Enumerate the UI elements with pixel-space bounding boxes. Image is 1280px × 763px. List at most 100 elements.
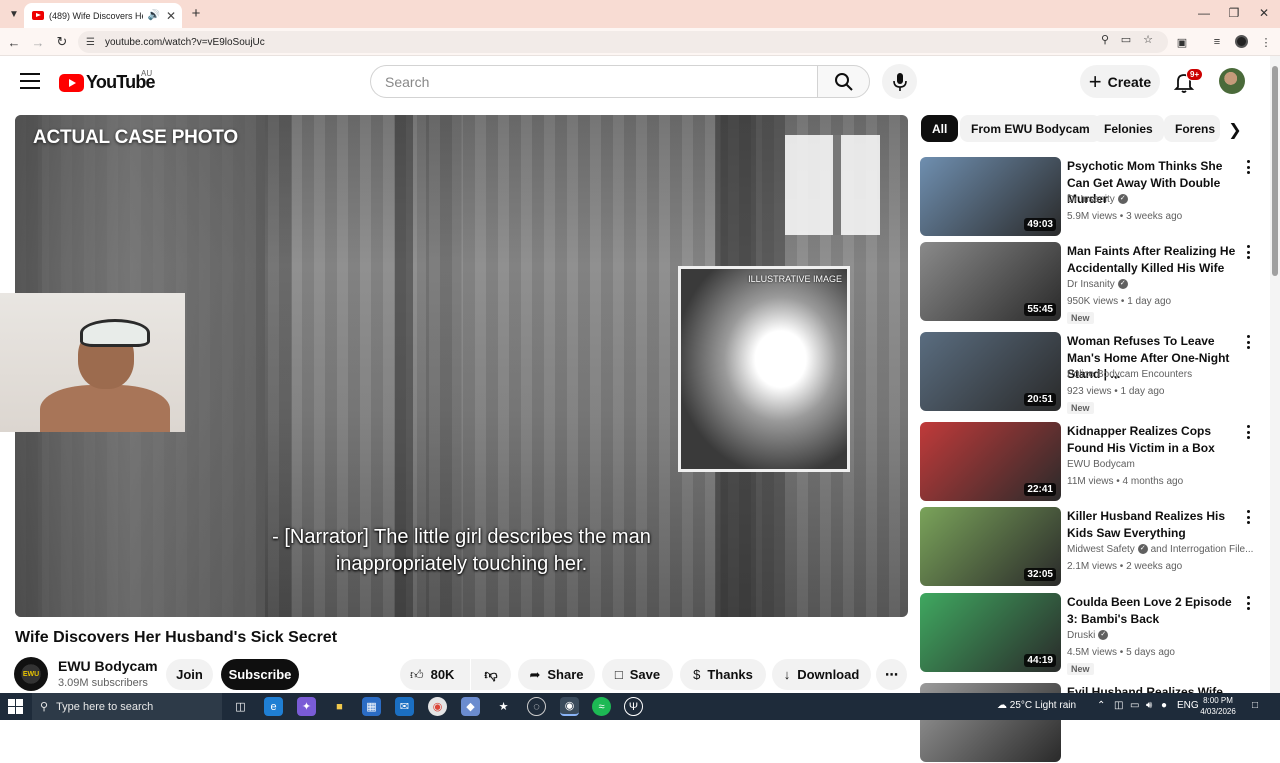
edge-icon[interactable]: e — [264, 697, 283, 716]
page-scrollbar[interactable] — [1270, 56, 1280, 693]
chrome-active-icon[interactable]: ◉ — [560, 697, 579, 716]
chevron-right-icon[interactable]: ❯ — [1226, 120, 1244, 140]
share-icon: ➦ — [529, 666, 541, 682]
video-thumbnail[interactable]: 32:05 — [920, 507, 1061, 586]
recommendation-channel[interactable]: Police Bodycam Encounters — [1067, 369, 1257, 380]
app-icon-8[interactable]: ◆ — [461, 697, 480, 716]
browser-profile-avatar[interactable] — [1235, 35, 1248, 48]
video-thumbnail[interactable]: 49:03 — [920, 157, 1061, 236]
back-button[interactable]: ← — [5, 33, 23, 51]
search-input[interactable]: Search — [370, 65, 818, 98]
join-button[interactable]: Join — [166, 659, 213, 690]
recommendation-title[interactable]: Kidnapper Realizes Cops Found His Victim… — [1067, 423, 1245, 456]
extensions-icon[interactable]: ▣ — [1174, 34, 1190, 50]
voice-search-button[interactable] — [882, 64, 917, 99]
menu-icon[interactable] — [20, 72, 40, 90]
create-button[interactable]: + Create — [1080, 65, 1160, 98]
channel-name-text: Druski — [1067, 630, 1096, 641]
chip-forensics[interactable]: Forens — [1164, 115, 1220, 142]
chrome-icon[interactable]: ◉ — [428, 697, 447, 716]
more-options-icon[interactable] — [1244, 595, 1252, 611]
browser-tab-active[interactable]: (489) Wife Discovers Her Husband's Sick … — [24, 3, 182, 28]
video-thumbnail[interactable]: 44:19 — [920, 593, 1061, 672]
recommendation-item[interactable]: 20:51 Woman Refuses To Leave Man's Home A… — [920, 332, 1265, 414]
download-button[interactable]: ↓ Download — [772, 659, 871, 690]
volume-icon[interactable]: 🔊︎ — [1146, 700, 1152, 711]
chip-from-channel[interactable]: From EWU Bodycam — [960, 115, 1101, 142]
app-icon-13[interactable]: Ψ — [624, 697, 643, 716]
recommendation-item[interactable]: 44:19 Coulda Been Love 2 Episode 3: Bambi… — [920, 593, 1265, 675]
chip-all[interactable]: All — [921, 115, 959, 142]
battery-icon[interactable]: ▭ — [1130, 700, 1139, 711]
mail-icon[interactable]: ✉ — [395, 697, 414, 716]
microphone-icon — [892, 72, 907, 91]
video-thumbnail[interactable]: 55:45 — [920, 242, 1061, 321]
window-close-button[interactable]: ✕ — [1252, 4, 1276, 22]
recommendation-title[interactable]: Man Faints After Realizing He Accidental… — [1067, 243, 1245, 276]
recommendation-channel[interactable]: Dr Insanity ✓ — [1067, 194, 1257, 205]
channel-avatar[interactable]: EWU — [14, 657, 48, 691]
browser-menu-icon[interactable]: ⋮ — [1258, 34, 1274, 50]
speaker-icon[interactable]: 🔊 — [147, 10, 159, 21]
site-info-icon[interactable]: ☰ — [86, 37, 95, 48]
copilot-icon[interactable]: ✦ — [297, 697, 316, 716]
dislike-button[interactable]: 👎︎ — [471, 659, 511, 690]
save-button[interactable]: □ Save — [602, 659, 673, 690]
recommendation-channel[interactable]: Druski ✓ — [1067, 630, 1257, 641]
recommendation-title[interactable]: Killer Husband Realizes His Kids Saw Eve… — [1067, 508, 1245, 541]
spotify-icon[interactable]: ≈ — [592, 697, 611, 716]
notification-center-icon[interactable]: □ — [1252, 700, 1258, 711]
subscribe-button[interactable]: Subscribe — [221, 659, 299, 690]
like-button[interactable]: 👍︎ 80K — [400, 659, 470, 690]
tray-chevron-icon[interactable]: ⌃ — [1097, 700, 1105, 711]
taskbar-search-input[interactable]: ⚲ Type here to search — [32, 693, 222, 720]
video-thumbnail[interactable]: 20:51 — [920, 332, 1061, 411]
network-icon[interactable]: ◫ — [1114, 700, 1123, 711]
recommendation-channel[interactable]: Midwest Safety ✓ and Interrogation File..… — [1067, 544, 1257, 555]
recommendation-title[interactable]: Coulda Been Love 2 Episode 3: Bambi's Ba… — [1067, 594, 1245, 627]
weather-widget[interactable]: ☁ 25°C Light rain — [997, 700, 1076, 711]
search-button[interactable] — [817, 65, 870, 98]
share-button[interactable]: ➦ Share — [518, 659, 595, 690]
task-view-icon[interactable]: ◫ — [231, 697, 250, 716]
install-app-icon[interactable]: ▭ — [1118, 31, 1134, 47]
taskbar-clock[interactable]: 8:00 PM 4/03/2026 — [1196, 695, 1240, 717]
recommendation-item[interactable]: 49:03 Psychotic Mom Thinks She Can Get Aw… — [920, 157, 1265, 237]
store-icon[interactable]: ▦ — [362, 697, 381, 716]
new-tab-button[interactable]: + — [188, 4, 204, 22]
more-options-icon[interactable] — [1244, 509, 1252, 525]
chip-felonies[interactable]: Felonies — [1093, 115, 1164, 142]
channel-name[interactable]: EWU Bodycam — [58, 658, 158, 674]
minimize-button[interactable]: — — [1192, 4, 1216, 22]
tab-search-icon[interactable]: ▼ — [6, 6, 22, 22]
tab-close-icon[interactable]: ✕ — [166, 9, 176, 23]
microphone-tray-icon[interactable]: ● — [1161, 700, 1167, 711]
create-label: Create — [1107, 73, 1152, 90]
more-options-icon[interactable] — [1244, 244, 1252, 260]
restore-button[interactable]: ❐ — [1222, 4, 1246, 22]
reading-list-icon[interactable]: ≡ — [1209, 34, 1225, 50]
reload-button[interactable]: ↻ — [53, 33, 71, 51]
file-explorer-icon[interactable]: ■ — [330, 697, 349, 716]
app-icon-10[interactable]: ◌ — [527, 697, 546, 716]
forward-button[interactable]: → — [29, 33, 47, 51]
app-icon-9[interactable]: ★ — [494, 697, 513, 716]
windows-start-icon[interactable] — [8, 699, 23, 714]
recommendation-channel[interactable]: EWU Bodycam — [1067, 459, 1257, 470]
more-options-icon[interactable] — [1244, 424, 1252, 440]
recommendation-channel[interactable]: Dr Insanity ✓ — [1067, 279, 1257, 290]
recommendation-item[interactable]: 22:41 Kidnapper Realizes Cops Found His V… — [920, 422, 1265, 502]
video-thumbnail[interactable]: 22:41 — [920, 422, 1061, 501]
more-actions-button[interactable]: ⋯ — [876, 659, 907, 690]
scrollbar-thumb[interactable] — [1272, 66, 1278, 276]
address-bar[interactable]: ☰ youtube.com/watch?v=vE9loSoujUc — [78, 31, 1168, 53]
channel-name-text: EWU Bodycam — [1067, 459, 1135, 470]
recommendation-item[interactable]: 32:05 Killer Husband Realizes His Kids Sa… — [920, 507, 1265, 587]
more-options-icon[interactable] — [1244, 159, 1252, 175]
recommendation-item[interactable]: 55:45 Man Faints After Realizing He Accid… — [920, 242, 1265, 324]
thanks-button[interactable]: $ Thanks — [680, 659, 766, 690]
more-options-icon[interactable] — [1244, 334, 1252, 350]
user-avatar[interactable] — [1219, 68, 1245, 94]
bookmark-star-icon[interactable]: ☆ — [1140, 31, 1156, 47]
zoom-icon[interactable]: ⚲ — [1097, 31, 1113, 47]
